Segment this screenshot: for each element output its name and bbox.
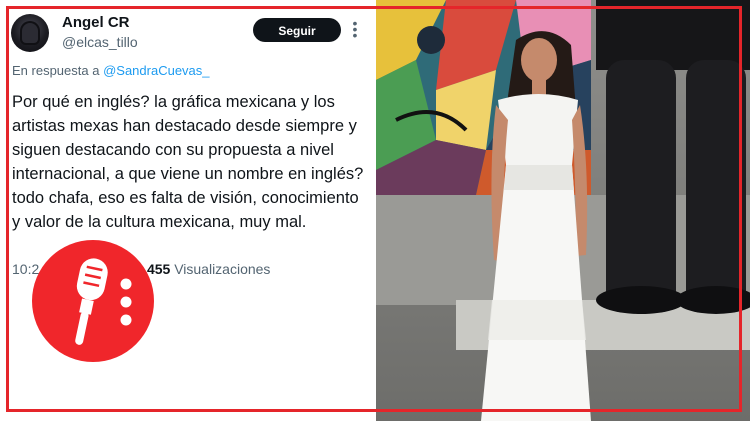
- red-highlight-frame: [6, 6, 742, 412]
